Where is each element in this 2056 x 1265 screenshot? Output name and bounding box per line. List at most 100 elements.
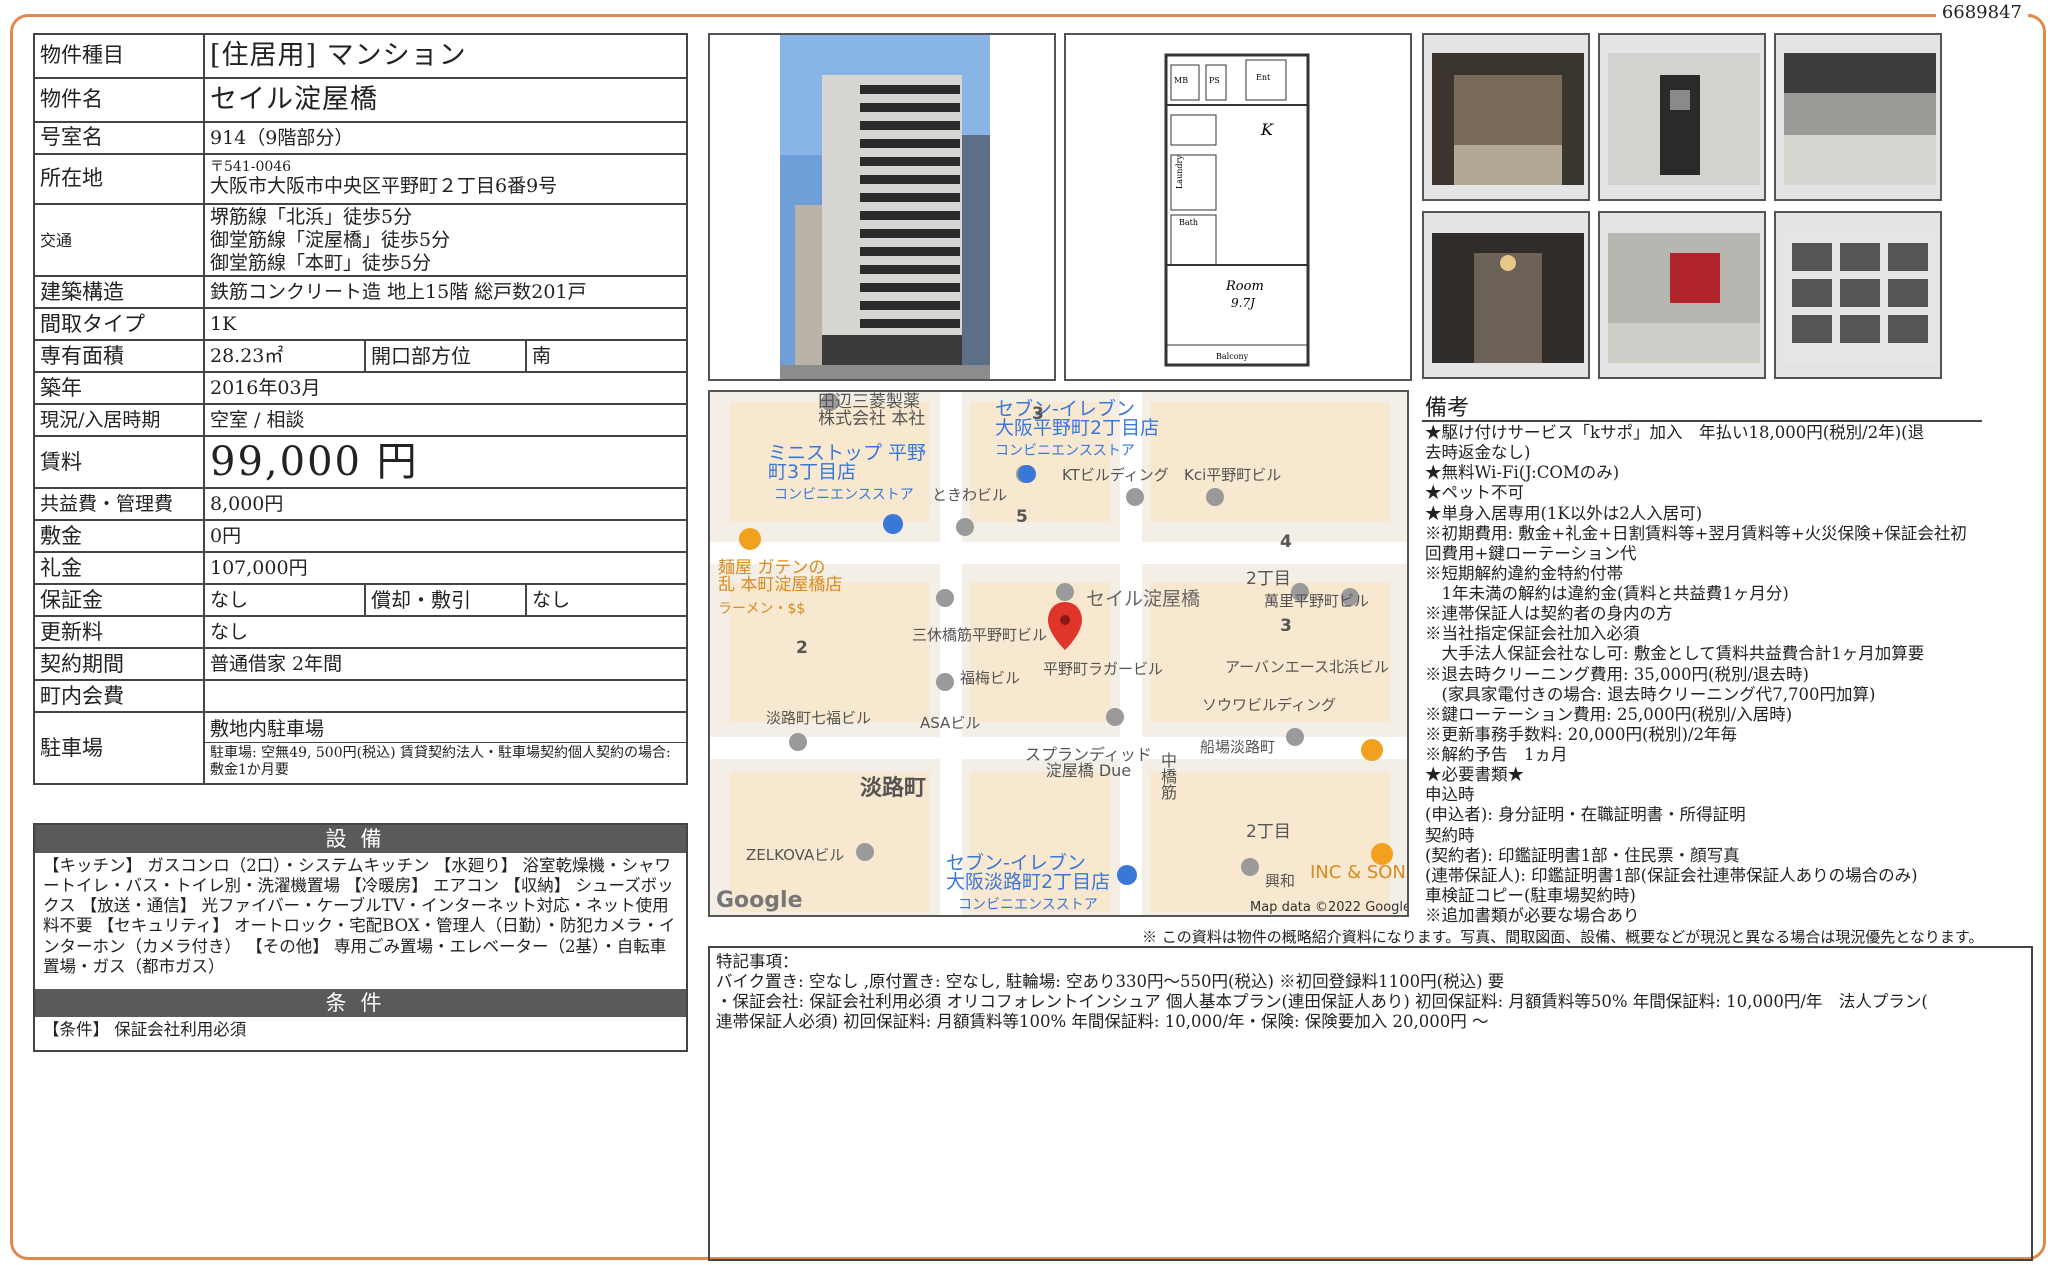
label-status: 現況/入居時期 [33, 403, 205, 438]
parking-value: 敷地内駐車場 [205, 716, 686, 744]
map-label-seil: セイル淀屋橋 [1086, 588, 1201, 610]
label-direction: 開口部方位 [364, 339, 527, 374]
value-name: セイル淀屋橋 [203, 77, 688, 123]
notes-line: ★ペット不可 [1425, 483, 1524, 503]
special-line: ・保証会社: 保証会社利用必須 オリコフォレントインシュア 個人基本プラン(連田… [716, 992, 1928, 1012]
property-info-table: 物件種目 [住居用] マンション 物件名 セイル淀屋橋 号室名 914（9階部分… [33, 33, 688, 786]
label-contract: 契約期間 [33, 647, 205, 682]
notes-line: ※初期費用: 敷金+礼金+日割賃料等+翌月賃料等+火災保険+保証会社初 [1425, 523, 1967, 543]
value-area: 28.23㎡ [203, 339, 366, 374]
notes-line: 回費用+鍵ローテーション代 [1425, 543, 1637, 563]
map-label-seven2: セブン-イレブン 大阪淡路町2丁目店 [946, 852, 1111, 893]
fp-mb: MB [1174, 76, 1188, 85]
notes-line: 1年未満の解約は違約金(賃料と共益費1ヶ月分) [1425, 584, 1789, 603]
map-label-tokiwa: ときわビル [932, 486, 1008, 504]
notes-line: ★無料Wi-Fi(J:COMのみ) [1425, 463, 1620, 483]
label-fee: 共益費・管理費 [33, 487, 205, 522]
notes-line: 車検証コピー(駐車場契約時) [1425, 885, 1636, 905]
photo-bicycle-parking [1774, 211, 1942, 379]
notes-body: ★駆け付けサービス「kサポ」加入 年払い18,000円(税別/2年)(退 去時返… [1425, 423, 2015, 926]
google-logo: Google [716, 888, 803, 913]
map-label-awajimachi: 淡路町 [860, 776, 927, 801]
notes-line: (契約者): 印鑑証明書1部・住民票・顔写真 [1425, 845, 1740, 865]
value-fee: 8,000円 [203, 487, 688, 522]
notes-line: 契約時 [1425, 825, 1475, 845]
photo-entrance [1422, 33, 1590, 201]
label-area: 専有面積 [33, 339, 205, 374]
notes-line: ※更新事務手数料: 20,000円(税別)/2年毎 [1425, 724, 1737, 744]
notes-line: ※追加書類が必要な場合あり [1425, 906, 1640, 925]
label-type: 物件種目 [33, 33, 205, 79]
label-amort: 償却・敷引 [364, 583, 527, 618]
access-line: 御堂筋線「淀屋橋」徒歩5分 [210, 228, 451, 251]
map-label-zelkova: ZELKOVAビル [746, 846, 845, 864]
value-type: [住居用] マンション [203, 33, 688, 79]
map-block-num: 3 [1280, 616, 1292, 636]
map-label-splendid: スプランディッド 淀屋橋 Due [1025, 745, 1152, 780]
map-label-manri: 萬里平野町ビル [1264, 592, 1370, 610]
value-built: 2016年03月 [203, 371, 688, 406]
value-status: 空室 / 相談 [203, 403, 688, 438]
conditions-panel: 条件 【条件】 保証会社利用必須 [33, 989, 688, 1052]
map-label-chome2a: 2丁目 [1246, 569, 1291, 589]
conditions-text: 【条件】 保証会社利用必須 [43, 1020, 247, 1039]
map-label-kowa: 興和 [1265, 872, 1296, 890]
label-deposit: 敷金 [33, 519, 205, 554]
map-label-funakoshi: 船場淡路町 [1200, 738, 1276, 756]
map-label-kt: KTビルディング [1062, 466, 1169, 484]
label-key-money: 礼金 [33, 551, 205, 586]
notes-line: ★必要書類★ [1425, 765, 1524, 785]
value-layout: 1K [203, 307, 688, 342]
notes-line: (連帯保証人): 印鑑証明書1部(保証会社連帯保証人ありの場合のみ) [1425, 865, 1918, 885]
value-direction: 南 [525, 339, 688, 374]
map-label-tanabe: 田辺三菱製薬 株式会社 本社 [818, 392, 926, 429]
conditions-header: 条件 [35, 989, 686, 1017]
label-layout: 間取タイプ [33, 307, 205, 342]
map-block-num: 5 [1016, 507, 1028, 527]
disclaimer: ※ この資料は物件の概略紹介資料になります。写真、間取図面、設備、概要などが現況… [1142, 928, 1984, 946]
label-access: 交通 [33, 202, 205, 278]
map-label-ministop: ミニストップ 平野 町3丁目店 [768, 442, 927, 483]
notes-line: ※連帯保証人は契約者の身内の方 [1425, 604, 1673, 624]
notes-line: 去時返金なし) [1425, 443, 1531, 463]
fp-k: K [1260, 120, 1274, 139]
label-room: 号室名 [33, 121, 205, 155]
floor-plan: MB PS Ent Laundry Bath K Room 9.7J Balco… [1064, 33, 1412, 381]
map-label-ramen-sub: ラーメン・$$ [718, 601, 806, 617]
exterior-photo [708, 33, 1056, 381]
document-id: 6689847 [1935, 2, 2028, 23]
special-notes: 特記事項： バイク置き: 空なし ,原付置き: 空なし, 駐輪場: 空あり330… [708, 946, 2033, 1261]
map-block-num: 2 [796, 638, 808, 658]
value-access: 堺筋線「北浜」徒歩5分 御堂筋線「淀屋橋」徒歩5分 御堂筋線「本町」徒歩5分 [203, 202, 688, 278]
notes-title: 備考 [1425, 396, 1470, 421]
value-guarantee: なし [203, 583, 366, 618]
fp-room: Room [1225, 279, 1264, 294]
label-address: 所在地 [33, 153, 205, 205]
map-label-inc: INC & SONS [1310, 862, 1409, 883]
value-address: 〒541-0046 大阪市大阪市中央区平野町２丁目6番9号 [203, 153, 688, 205]
map-label-an: アーバンエース北浜ビル [1225, 658, 1389, 676]
map-label-ramen: 麺屋 ガテンの 乱 本町淀屋橋店 [718, 558, 843, 595]
access-line: 堺筋線「北浜」徒歩5分 [210, 206, 413, 228]
label-built: 築年 [33, 371, 205, 406]
label-rent: 賃料 [33, 435, 205, 490]
value-parking: 敷地内駐車場 駐車場: 空無49, 500円(税込) 賃貸契約法人・駐車場契約個… [203, 711, 688, 786]
map-label-hirano-ragar: 平野町ラガービル [1043, 660, 1164, 678]
value-key-money: 107,000円 [203, 551, 688, 586]
notes-line: 大手法人保証会社なし可: 敷金として賃料共益費合計1ヶ月加算要 [1425, 644, 1925, 664]
fp-bath: Bath [1179, 218, 1198, 227]
notes-line: 申込時 [1425, 785, 1475, 805]
map-attribution: Map data ©2022 Google [1250, 900, 1409, 915]
fp-ps: PS [1209, 76, 1220, 85]
value-rent: 99,000 円 [203, 435, 688, 490]
map-label-naka: 中橋筋 [1158, 752, 1177, 800]
notes-line: (家具家電付きの場合: 退去時クリーニング代7,700円加算) [1425, 684, 1876, 704]
map-label-seven2-sub: コンビニエンスストア [958, 897, 1098, 913]
value-amort: なし [525, 583, 688, 618]
map-label-awaji7: 淡路町七福ビル [766, 709, 872, 727]
map-label-sankyu: 三休橋筋平野町ビル [912, 626, 1048, 644]
label-name: 物件名 [33, 77, 205, 123]
location-map[interactable]: 田辺三菱製薬 株式会社 本社 セブン-イレブン 大阪平野町2丁目店 コンビニエン… [708, 390, 1409, 917]
special-line: 連帯保証人必須) 初回保証料: 月額賃料等100% 年間保証料: 10,000/… [716, 1012, 1489, 1032]
map-label-fukuume: 福梅ビル [960, 669, 1021, 687]
